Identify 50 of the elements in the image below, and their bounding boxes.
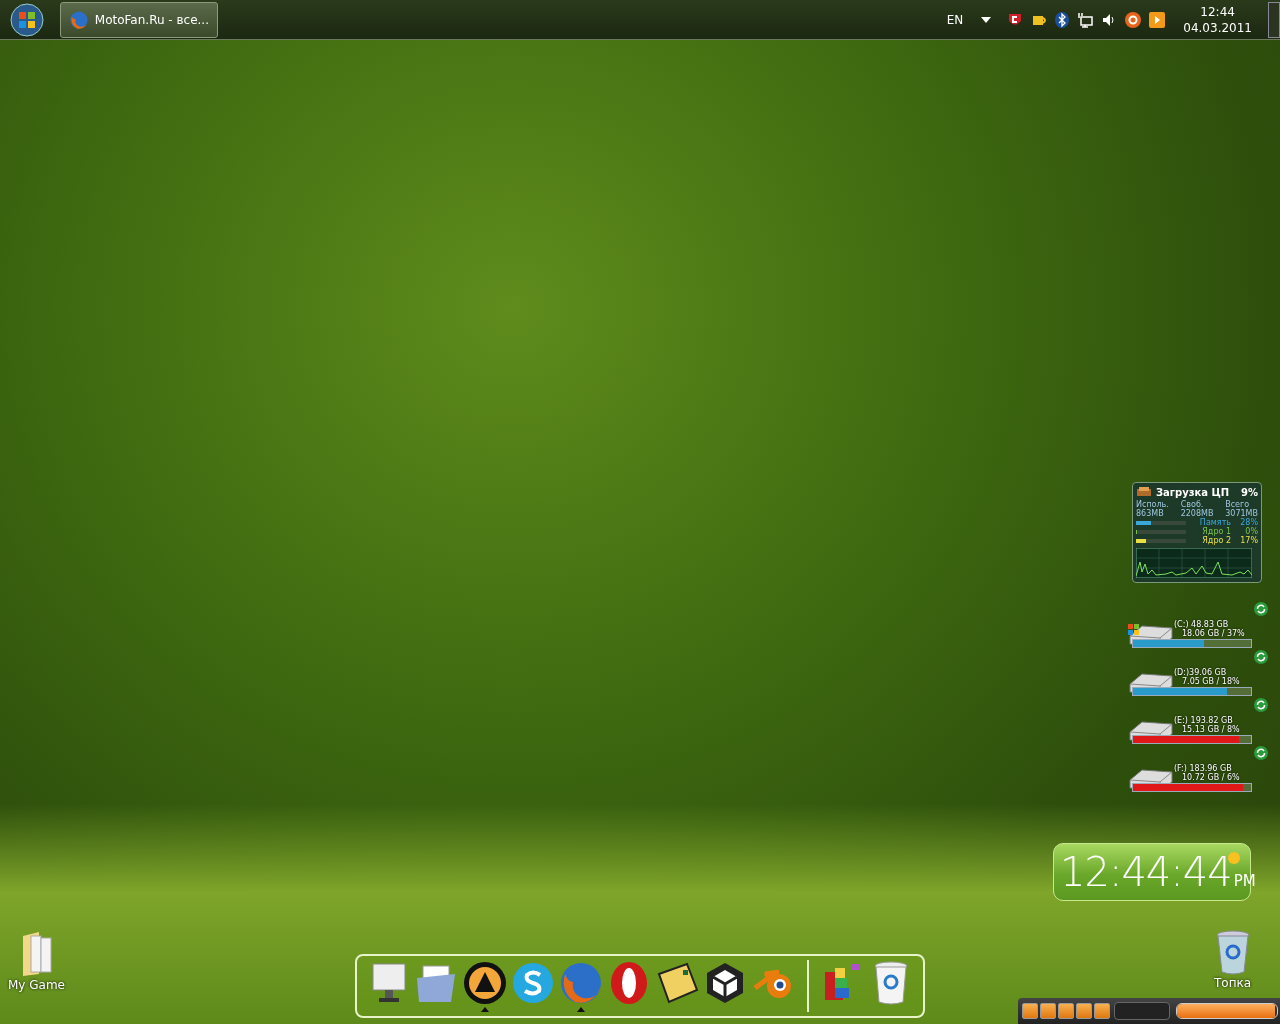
refresh-icon[interactable]	[1254, 746, 1268, 760]
drive-free-space: 10.72 GB / 6%	[1182, 773, 1240, 782]
clock-gadget-period: PM	[1233, 872, 1256, 890]
show-desktop-button[interactable]	[1268, 1, 1280, 38]
drive-capacity: (E:) 193.82 GB	[1174, 716, 1233, 725]
meter-label: Память	[1198, 518, 1231, 527]
meter-reading: 28%	[1239, 518, 1258, 527]
play-icon[interactable]	[1149, 11, 1166, 28]
clock-date: 04.03.2011	[1183, 19, 1252, 36]
memory-value: 863MB	[1136, 509, 1165, 518]
sun-icon	[1228, 852, 1240, 864]
language-indicator[interactable]: EN	[946, 12, 964, 27]
chip-icon	[1136, 486, 1152, 498]
cpu-load-value: 9%	[1241, 486, 1258, 498]
s-badge-icon[interactable]	[511, 960, 555, 1006]
ring-icon[interactable]	[1125, 11, 1142, 28]
triangle-disc-icon[interactable]	[463, 960, 507, 1006]
gadget-title: Загрузка ЦП	[1156, 486, 1231, 498]
column-header: Всего	[1225, 500, 1251, 509]
player-display	[1114, 1002, 1170, 1020]
desktop-icon-label[interactable]: Топка	[1214, 976, 1252, 990]
clock-gadget-time: 12:44:44	[1060, 849, 1232, 895]
start-button[interactable]	[8, 0, 46, 39]
window-button[interactable]: MotoFan.Ru - все...	[60, 1, 218, 38]
drive-capacity: (D:)39.06 GB	[1174, 668, 1227, 677]
meter-label: Ядро 2	[1201, 536, 1231, 545]
drive-capacity: (F:) 183.96 GB	[1174, 764, 1232, 773]
dock-separator	[807, 960, 809, 1012]
memory-value: 3071MB	[1225, 509, 1258, 518]
refresh-icon[interactable]	[1254, 602, 1268, 616]
network-icon[interactable]	[1077, 11, 1094, 28]
refresh-icon[interactable]	[1254, 650, 1268, 664]
drive-free-space: 18.06 GB / 37%	[1182, 629, 1245, 638]
drive-free-space: 7.05 GB / 18%	[1182, 677, 1240, 686]
taskbar-clock[interactable]: 12:44 04.03.2011	[1183, 3, 1252, 36]
envelope-icon[interactable]	[655, 960, 699, 1006]
bluetooth-icon[interactable]	[1055, 11, 1070, 28]
memory-value: 2208MB	[1180, 509, 1214, 518]
trash-bin-icon[interactable]	[1214, 930, 1251, 976]
dropdown-arrow-icon[interactable]	[981, 16, 992, 23]
refresh-icon[interactable]	[1254, 698, 1268, 712]
column-header: Своб.	[1180, 500, 1205, 509]
drive-capacity: (C:) 48.83 GB	[1174, 620, 1229, 629]
desktop-icon-label[interactable]: My Game	[8, 978, 65, 992]
meter-reading: 0%	[1244, 527, 1258, 536]
clock-time: 12:44	[1200, 3, 1235, 20]
meter-reading: 17%	[1239, 536, 1258, 545]
column-header: Исполь.	[1136, 500, 1169, 509]
drive-free-space: 15.13 GB / 8%	[1182, 725, 1240, 734]
meter-label: Ядро 1	[1201, 527, 1231, 536]
